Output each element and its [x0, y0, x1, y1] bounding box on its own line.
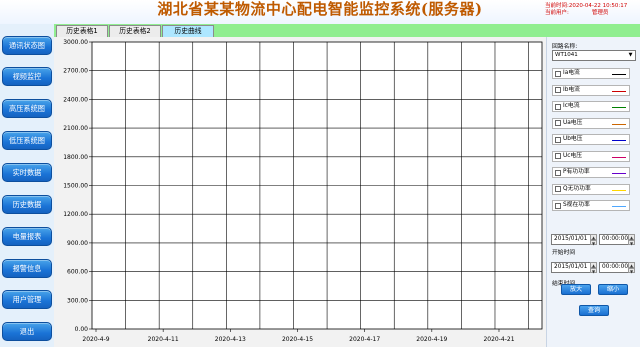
- zoom-in-button[interactable]: 放大: [561, 284, 591, 295]
- nav-exit[interactable]: 退出: [2, 322, 52, 341]
- series-label: Ia电流: [563, 70, 580, 76]
- chevron-down-icon[interactable]: ▼: [627, 51, 634, 60]
- series-toggle[interactable]: Ua电压: [552, 117, 630, 129]
- status-info: 当前时间:2020-04-22 10:50:17 当前用户: 管理员: [545, 3, 640, 17]
- y-tick-label: 1500.00: [63, 183, 88, 190]
- zoom-out-button[interactable]: 缩小: [598, 284, 628, 295]
- query-button[interactable]: 查询: [579, 305, 609, 316]
- nav-users[interactable]: 用户管理: [2, 290, 52, 309]
- x-tick-label: 2020-4-17: [349, 336, 380, 343]
- header-bar: 湖北省某某物流中心配电智能监控系统(服务器) 当前时间:2020-04-22 1…: [0, 0, 640, 24]
- series-color-swatch: [612, 173, 626, 174]
- series-checkbox[interactable]: [555, 70, 561, 77]
- tab-history-table-1[interactable]: 历史表格1: [56, 25, 108, 37]
- y-tick-label: 300.00: [67, 297, 88, 304]
- tab-bar: 历史表格1 历史表格2 历史曲线: [54, 24, 640, 37]
- series-color-swatch: [612, 189, 626, 191]
- y-tick-label: 2400.00: [63, 96, 88, 103]
- loop-select[interactable]: WT1041 ▼: [552, 50, 636, 61]
- series-label: P有功功率: [563, 169, 590, 175]
- series-checkbox[interactable]: [555, 202, 561, 209]
- y-tick-label: 2100.00: [63, 125, 88, 132]
- chart-canvas: 3000.00 2700.00 2400.00 2100.00 1800.00 1500.…: [63, 39, 543, 343]
- series-checkbox[interactable]: [555, 186, 561, 192]
- tab-history-table-2[interactable]: 历史表格2: [109, 25, 161, 37]
- series-label: Ub电压: [563, 136, 583, 142]
- series-checkbox[interactable]: [555, 87, 561, 93]
- current-time-value: 2020-04-22 10:50:17: [568, 3, 628, 9]
- series-toggle[interactable]: Uc电压: [552, 150, 630, 162]
- series-color-swatch: [612, 140, 626, 141]
- nav-energy-report[interactable]: 电量报表: [2, 227, 52, 246]
- y-tick-label: 900.00: [67, 240, 88, 247]
- series-toggle[interactable]: Q无功功率: [552, 183, 630, 195]
- current-user-value: 管理员: [591, 10, 609, 16]
- sidebar: 通讯状态图 视频监控 高压系统图 低压系统图 实时数据 历史数据 电量报表 报警…: [0, 24, 54, 347]
- app-title: 湖北省某某物流中心配电智能监控系统(服务器): [157, 0, 483, 18]
- series-color-swatch: [612, 123, 626, 125]
- start-time-label: 开始时间: [552, 250, 576, 256]
- x-tick-label: 2020-4-9: [82, 336, 109, 343]
- nav-lv-system[interactable]: 低压系统图: [2, 131, 52, 150]
- nav-comm-status[interactable]: 通讯状态图: [2, 36, 52, 55]
- series-color-swatch: [612, 74, 626, 75]
- end-date-spinner[interactable]: ▲ ▼: [590, 262, 597, 274]
- series-toggle[interactable]: S视在功率: [552, 200, 630, 211]
- series-label: Ic电流: [563, 103, 580, 109]
- series-color-swatch: [612, 90, 626, 92]
- series-toggle[interactable]: P有功功率: [552, 167, 630, 178]
- spin-down-icon[interactable]: ▼: [590, 239, 597, 246]
- series-color-swatch: [612, 156, 626, 158]
- start-date-input[interactable]: 2015/01/01: [551, 234, 591, 245]
- end-date-input[interactable]: 2015/01/01: [551, 262, 591, 273]
- y-tick-label: 2700.00: [63, 68, 88, 75]
- nav-history[interactable]: 历史数据: [2, 195, 52, 214]
- spin-down-icon[interactable]: ▼: [590, 267, 597, 274]
- series-label: Q无功功率: [563, 185, 591, 192]
- series-checkbox[interactable]: [555, 136, 561, 143]
- spin-down-icon[interactable]: ▼: [628, 239, 635, 246]
- start-time-spinner[interactable]: ▲ ▼: [628, 234, 635, 246]
- series-label: Uc电压: [563, 152, 583, 159]
- series-label: Ua电压: [563, 119, 583, 126]
- series-label: S视在功率: [563, 202, 590, 208]
- series-label: Ib电流: [563, 86, 580, 93]
- history-chart: 3000.00 2700.00 2400.00 2100.00 1800.00 1500.…: [54, 37, 546, 347]
- series-toggle[interactable]: Ub电压: [552, 134, 630, 145]
- current-time-label: 当前时间:: [545, 3, 569, 9]
- nav-hv-system[interactable]: 高压系统图: [2, 99, 52, 118]
- series-toggle[interactable]: Ia电流: [552, 68, 630, 79]
- y-tick-label: 1200.00: [63, 211, 88, 218]
- y-tick-label: 0.00: [75, 326, 89, 333]
- x-tick-label: 2020-4-11: [148, 336, 179, 343]
- loop-name-label: 回路名称:: [552, 44, 578, 50]
- current-user-label: 当前用户:: [545, 10, 569, 16]
- spin-down-icon[interactable]: ▼: [628, 267, 635, 274]
- x-tick-label: 2020-4-13: [215, 336, 246, 343]
- series-color-swatch: [612, 206, 626, 207]
- series-toggle[interactable]: Ic电流: [552, 101, 630, 112]
- nav-video[interactable]: 视频监控: [2, 67, 52, 86]
- end-time-spinner[interactable]: ▲ ▼: [628, 262, 635, 274]
- tab-history-curve[interactable]: 历史曲线: [162, 25, 214, 37]
- nav-alarms[interactable]: 报警信息: [2, 259, 52, 278]
- series-checkbox[interactable]: [555, 169, 561, 176]
- series-color-swatch: [612, 107, 626, 108]
- loop-select-value: WT1041: [555, 52, 578, 58]
- x-tick-label: 2020-4-19: [416, 336, 447, 343]
- series-checkbox[interactable]: [555, 103, 561, 110]
- x-tick-label: 2020-4-21: [483, 336, 514, 343]
- start-date-spinner[interactable]: ▲ ▼: [590, 234, 597, 246]
- y-tick-label: 3000.00: [63, 39, 88, 46]
- x-tick-label: 2020-4-15: [282, 336, 313, 343]
- series-checkbox[interactable]: [555, 120, 561, 126]
- series-toggle[interactable]: Ib电流: [552, 84, 630, 96]
- nav-realtime[interactable]: 实时数据: [2, 163, 52, 182]
- y-tick-label: 600.00: [67, 269, 88, 276]
- series-checkbox[interactable]: [555, 153, 561, 159]
- y-tick-label: 1800.00: [63, 154, 88, 161]
